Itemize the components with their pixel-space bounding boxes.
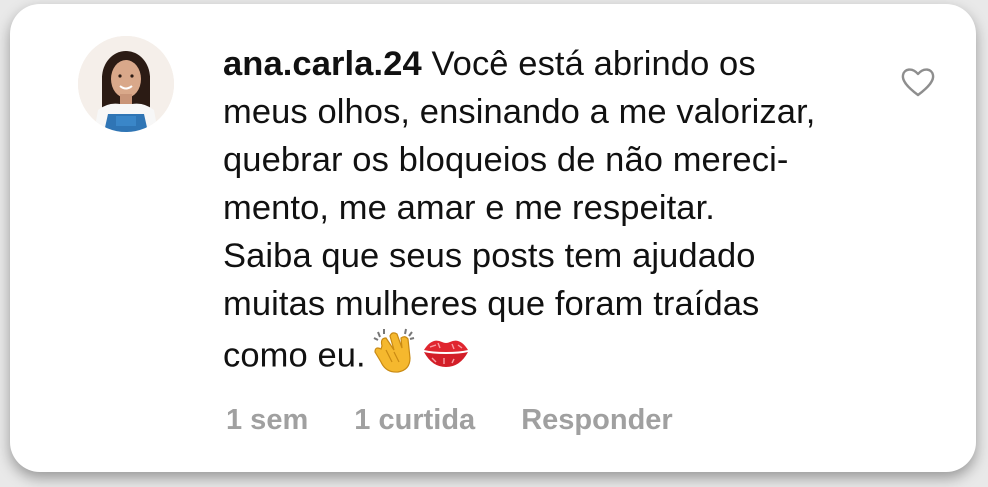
comment-timestamp: 1 sem: [226, 404, 309, 436]
comment-meta: 1 sem 1 curtida Responder: [226, 404, 711, 437]
comment-card: ana.carla.24 Você está abrindo os meus o…: [10, 4, 976, 472]
comment-text: ana.carla.24 Você está abrindo os meus o…: [223, 40, 873, 387]
comment-line-4: mento, me amar e me respeitar.: [223, 189, 715, 227]
comment-line-2: meus olhos, ensinando a me valorizar,: [223, 93, 816, 131]
comment-text-segment: Você está abrindo os: [421, 45, 756, 83]
heart-outline-icon[interactable]: [900, 64, 936, 100]
avatar[interactable]: [78, 36, 174, 132]
comment-line-5: Saiba que seus posts tem ajudado: [223, 237, 756, 275]
username-link[interactable]: ana.carla.24: [223, 45, 422, 83]
reply-button[interactable]: Responder: [521, 404, 672, 436]
kiss-mark-icon: [422, 333, 470, 382]
clapping-hands-icon: [372, 328, 416, 387]
comment-line-7: como eu.: [223, 328, 873, 387]
comment-line-3: quebrar os bloqueios de não mereci-: [223, 141, 789, 179]
comment-line-1: ana.carla.24 Você está abrindo os: [223, 40, 873, 88]
likes-count[interactable]: 1 curtida: [354, 404, 475, 436]
comment-text-segment: como eu.: [223, 336, 366, 375]
comment-line-6: muitas mulheres que foram traídas: [223, 285, 760, 323]
